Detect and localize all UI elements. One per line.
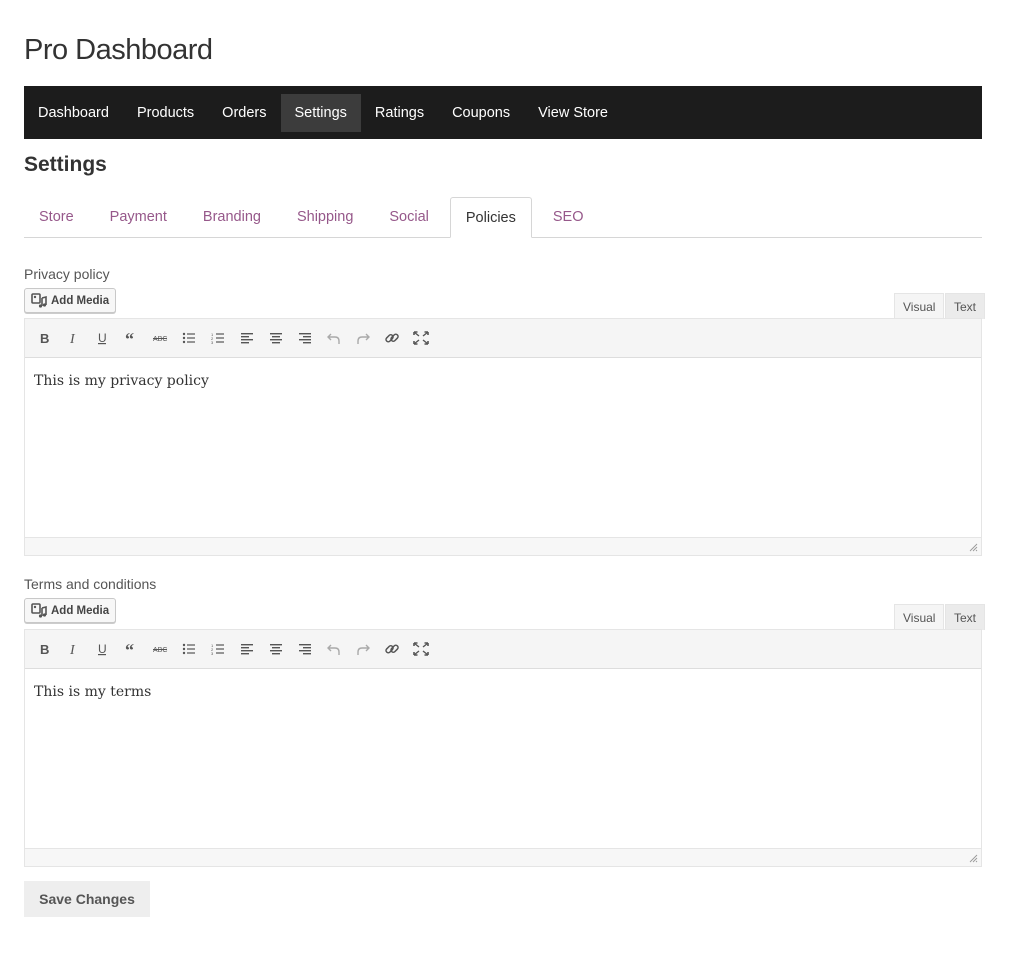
- terms-editor: B I U “ ABC 123 This is my terms: [24, 629, 982, 867]
- nav-ratings[interactable]: Ratings: [361, 94, 438, 132]
- nav-products[interactable]: Products: [123, 94, 208, 132]
- blockquote-icon[interactable]: “: [116, 635, 145, 664]
- save-changes-button[interactable]: Save Changes: [24, 881, 150, 917]
- tab-store[interactable]: Store: [24, 197, 89, 238]
- svg-text:3: 3: [211, 340, 214, 345]
- italic-icon[interactable]: I: [58, 324, 87, 353]
- settings-tabs: Store Payment Branding Shipping Social P…: [24, 197, 982, 238]
- resize-handle-icon[interactable]: [969, 854, 978, 863]
- bullet-list-icon[interactable]: [174, 635, 203, 664]
- svg-text:B: B: [40, 331, 49, 345]
- bold-icon[interactable]: B: [29, 324, 58, 353]
- blockquote-icon[interactable]: “: [116, 324, 145, 353]
- nav-settings[interactable]: Settings: [280, 93, 361, 132]
- svg-text:“: “: [125, 331, 134, 345]
- editor-toolbar: B I U “ ABC 123: [25, 319, 981, 358]
- align-left-icon[interactable]: [232, 324, 261, 353]
- editor-toolbar: B I U “ ABC 123: [25, 630, 981, 669]
- undo-icon[interactable]: [319, 635, 348, 664]
- tab-payment[interactable]: Payment: [95, 197, 182, 238]
- bold-icon[interactable]: B: [29, 635, 58, 664]
- svg-text:I: I: [69, 643, 76, 656]
- align-left-icon[interactable]: [232, 635, 261, 664]
- add-media-label: Add Media: [51, 294, 110, 307]
- undo-icon[interactable]: [319, 324, 348, 353]
- tab-seo[interactable]: SEO: [538, 197, 599, 238]
- privacy-add-media-button[interactable]: Add Media: [24, 288, 117, 313]
- nav-coupons[interactable]: Coupons: [438, 94, 524, 132]
- align-right-icon[interactable]: [290, 635, 319, 664]
- redo-icon[interactable]: [348, 635, 377, 664]
- italic-icon[interactable]: I: [58, 635, 87, 664]
- privacy-content[interactable]: This is my privacy policy: [25, 358, 981, 538]
- svg-text:B: B: [40, 642, 49, 656]
- media-icon: [31, 602, 47, 619]
- terms-content[interactable]: This is my terms: [25, 669, 981, 849]
- add-media-label: Add Media: [51, 604, 110, 617]
- nav-orders[interactable]: Orders: [208, 94, 280, 132]
- privacy-text-tab[interactable]: Text: [945, 293, 986, 319]
- top-navigation: Dashboard Products Orders Settings Ratin…: [24, 86, 982, 139]
- svg-text:ABC: ABC: [153, 336, 167, 343]
- svg-text:ABC: ABC: [153, 647, 167, 654]
- fullscreen-icon[interactable]: [406, 635, 435, 664]
- terms-visual-tab[interactable]: Visual: [894, 604, 945, 630]
- strikethrough-icon[interactable]: ABC: [145, 324, 174, 353]
- tab-policies[interactable]: Policies: [449, 197, 532, 238]
- privacy-visual-tab[interactable]: Visual: [894, 293, 945, 319]
- svg-text:U: U: [98, 331, 107, 345]
- fullscreen-icon[interactable]: [406, 324, 435, 353]
- terms-text-tab[interactable]: Text: [945, 604, 986, 630]
- tab-social[interactable]: Social: [374, 197, 444, 238]
- numbered-list-icon[interactable]: 123: [203, 324, 232, 353]
- link-icon[interactable]: [377, 635, 406, 664]
- svg-text:“: “: [125, 642, 134, 656]
- privacy-editor: B I U “ ABC 123 This is my privacy polic…: [24, 318, 982, 556]
- svg-text:I: I: [69, 332, 76, 345]
- media-icon: [31, 292, 47, 309]
- tab-shipping[interactable]: Shipping: [282, 197, 368, 238]
- nav-view-store[interactable]: View Store: [524, 94, 622, 132]
- underline-icon[interactable]: U: [87, 635, 116, 664]
- section-title: Settings: [24, 153, 107, 176]
- resize-handle-icon[interactable]: [969, 543, 978, 552]
- align-right-icon[interactable]: [290, 324, 319, 353]
- redo-icon[interactable]: [348, 324, 377, 353]
- bullet-list-icon[interactable]: [174, 324, 203, 353]
- svg-text:U: U: [98, 642, 107, 656]
- nav-dashboard[interactable]: Dashboard: [24, 94, 123, 132]
- underline-icon[interactable]: U: [87, 324, 116, 353]
- page-title: Pro Dashboard: [24, 34, 213, 66]
- privacy-policy-label: Privacy policy: [24, 266, 110, 282]
- editor-statusbar: [25, 538, 981, 555]
- editor-statusbar: [25, 849, 981, 866]
- align-center-icon[interactable]: [261, 635, 290, 664]
- numbered-list-icon[interactable]: 123: [203, 635, 232, 664]
- tab-branding[interactable]: Branding: [188, 197, 276, 238]
- terms-label: Terms and conditions: [24, 576, 157, 592]
- strikethrough-icon[interactable]: ABC: [145, 635, 174, 664]
- terms-add-media-button[interactable]: Add Media: [24, 598, 117, 623]
- link-icon[interactable]: [377, 324, 406, 353]
- svg-text:3: 3: [211, 651, 214, 656]
- align-center-icon[interactable]: [261, 324, 290, 353]
